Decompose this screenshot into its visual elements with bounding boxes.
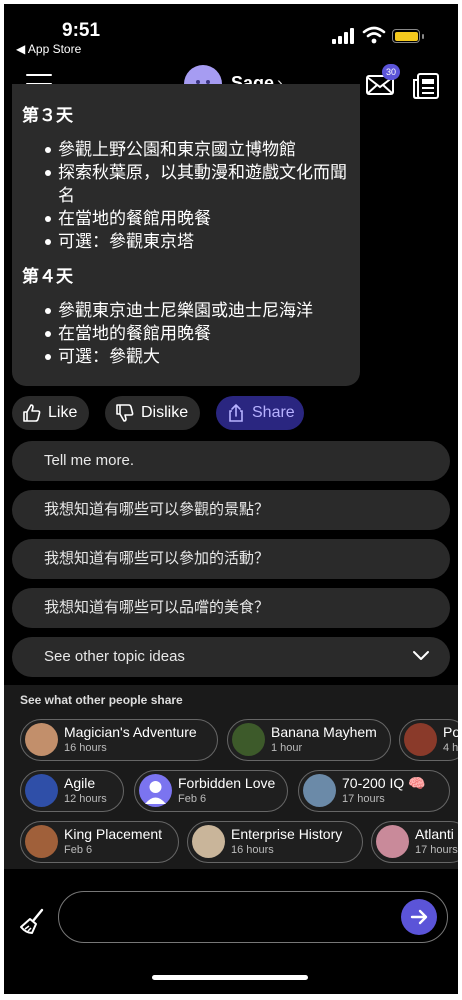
avatar (404, 723, 437, 756)
chip-time: 16 hours (231, 844, 274, 856)
chip-time: Feb 6 (64, 844, 93, 856)
status-bar: 9:51 ◀ App Store (4, 4, 458, 64)
shares-title: See what other people share (20, 693, 183, 707)
day-3-list: 參觀上野公園和東京國立博物館 探索秋葉原，以其動漫和遊戲文化而聞名 在當地的餐館… (22, 138, 348, 253)
day-4-list: 參觀東京迪士尼樂園或迪士尼海洋 在當地的餐館用晚餐 可選：參觀大 (22, 299, 348, 368)
suggestion-chip[interactable]: 我想知道有哪些可以參觀的景點？ (12, 490, 450, 530)
suggestion-chip[interactable]: 我想知道有哪些可以參加的活動？ (12, 539, 450, 579)
shared-chat-chip[interactable]: Magician's Adventure 16 hours (20, 719, 218, 761)
arrow-right-icon (410, 909, 428, 925)
newspaper-icon[interactable] (412, 72, 440, 100)
shared-chat-chip[interactable]: Enterprise History 16 hours (187, 821, 363, 863)
day-4-heading: 第４天 (22, 267, 73, 286)
chip-time: 17 hours (415, 844, 458, 856)
shared-chats-panel: See what other people share Magician's A… (4, 685, 458, 869)
shared-chat-chip[interactable]: 70-200 IQ 🧠 17 hours (298, 770, 450, 812)
avatar (232, 723, 265, 756)
shared-chat-chip[interactable]: Po 4 h (399, 719, 458, 761)
clock: 9:51 (62, 20, 101, 41)
share-icon (229, 404, 243, 422)
share-label: Share (252, 404, 295, 421)
avatar (25, 723, 58, 756)
avatar (139, 774, 172, 807)
chip-title: Banana Mayhem (271, 724, 377, 740)
share-button[interactable]: Share (216, 396, 304, 430)
shared-chat-chip[interactable]: Banana Mayhem 1 hour (227, 719, 391, 761)
battery-tip (422, 34, 424, 39)
mail-badge: 30 (382, 64, 400, 80)
like-button[interactable]: Like (12, 396, 89, 430)
suggestion-chip[interactable]: Tell me more. (12, 441, 450, 481)
chip-title: Po (443, 724, 458, 740)
chip-title: Atlanti (415, 826, 454, 842)
chip-time: 17 hours (342, 793, 385, 805)
shared-chat-chip[interactable]: Atlanti 17 hours (371, 821, 458, 863)
app-frame: 9:51 ◀ App Store Sage › 30 第３天 參觀上野公園和東京… (4, 4, 458, 994)
shared-chat-chip[interactable]: Agile 12 hours (20, 770, 124, 812)
dislike-button[interactable]: Dislike (105, 396, 200, 430)
list-item: 可選：參觀大 (22, 345, 348, 368)
shared-chat-chip[interactable]: Forbidden Love Feb 6 (134, 770, 288, 812)
battery-icon (392, 29, 420, 43)
see-other-topic-ideas-button[interactable]: See other topic ideas (12, 637, 450, 677)
chip-title: Agile (64, 775, 96, 791)
list-item: 在當地的餐館用晚餐 (22, 322, 348, 345)
thumbs-up-icon (23, 404, 41, 422)
chevron-down-icon (413, 651, 429, 660)
list-item: 在當地的餐館用晚餐 (22, 207, 348, 230)
wifi-icon (362, 26, 386, 44)
avatar (192, 825, 225, 858)
chip-title: Magician's Adventure (64, 724, 197, 740)
avatar (303, 774, 336, 807)
topic-ideas-label: See other topic ideas (44, 648, 185, 665)
avatar (25, 774, 58, 807)
message-input[interactable] (58, 891, 448, 943)
person-silhouette-icon (145, 781, 166, 804)
day-3-heading: 第３天 (22, 106, 73, 125)
shared-chat-chip[interactable]: King Placement Feb 6 (20, 821, 179, 863)
list-item: 探索秋葉原，以其動漫和遊戲文化而聞名 (22, 161, 348, 207)
thumbs-down-icon (116, 404, 134, 422)
chip-title: Forbidden Love (178, 775, 276, 791)
list-item: 可選：參觀東京塔 (22, 230, 348, 253)
dislike-label: Dislike (141, 404, 189, 421)
chip-time: 1 hour (271, 742, 303, 754)
cellular-signal-icon (332, 28, 354, 44)
broom-clear-chat-icon[interactable] (18, 907, 48, 937)
chip-title: 70-200 IQ 🧠 (342, 775, 426, 791)
assistant-message-bubble: 第３天 參觀上野公園和東京國立博物館 探索秋葉原，以其動漫和遊戲文化而聞名 在當… (12, 84, 360, 386)
avatar (25, 825, 58, 858)
chip-time: 12 hours (64, 793, 107, 805)
list-item: 參觀東京迪士尼樂園或迪士尼海洋 (22, 299, 348, 322)
avatar (376, 825, 409, 858)
home-indicator[interactable] (152, 975, 308, 980)
back-to-app-store-link[interactable]: ◀ App Store (16, 42, 81, 56)
chip-time: Feb 6 (178, 793, 207, 805)
chip-title: Enterprise History (231, 826, 343, 842)
like-label: Like (48, 404, 78, 421)
chip-time: 16 hours (64, 742, 107, 754)
chip-time: 4 h (443, 742, 458, 754)
chip-title: King Placement (64, 826, 163, 842)
suggestion-chip[interactable]: 我想知道有哪些可以品嚐的美食？ (12, 588, 450, 628)
send-button[interactable] (401, 899, 437, 935)
list-item: 參觀上野公園和東京國立博物館 (22, 138, 348, 161)
